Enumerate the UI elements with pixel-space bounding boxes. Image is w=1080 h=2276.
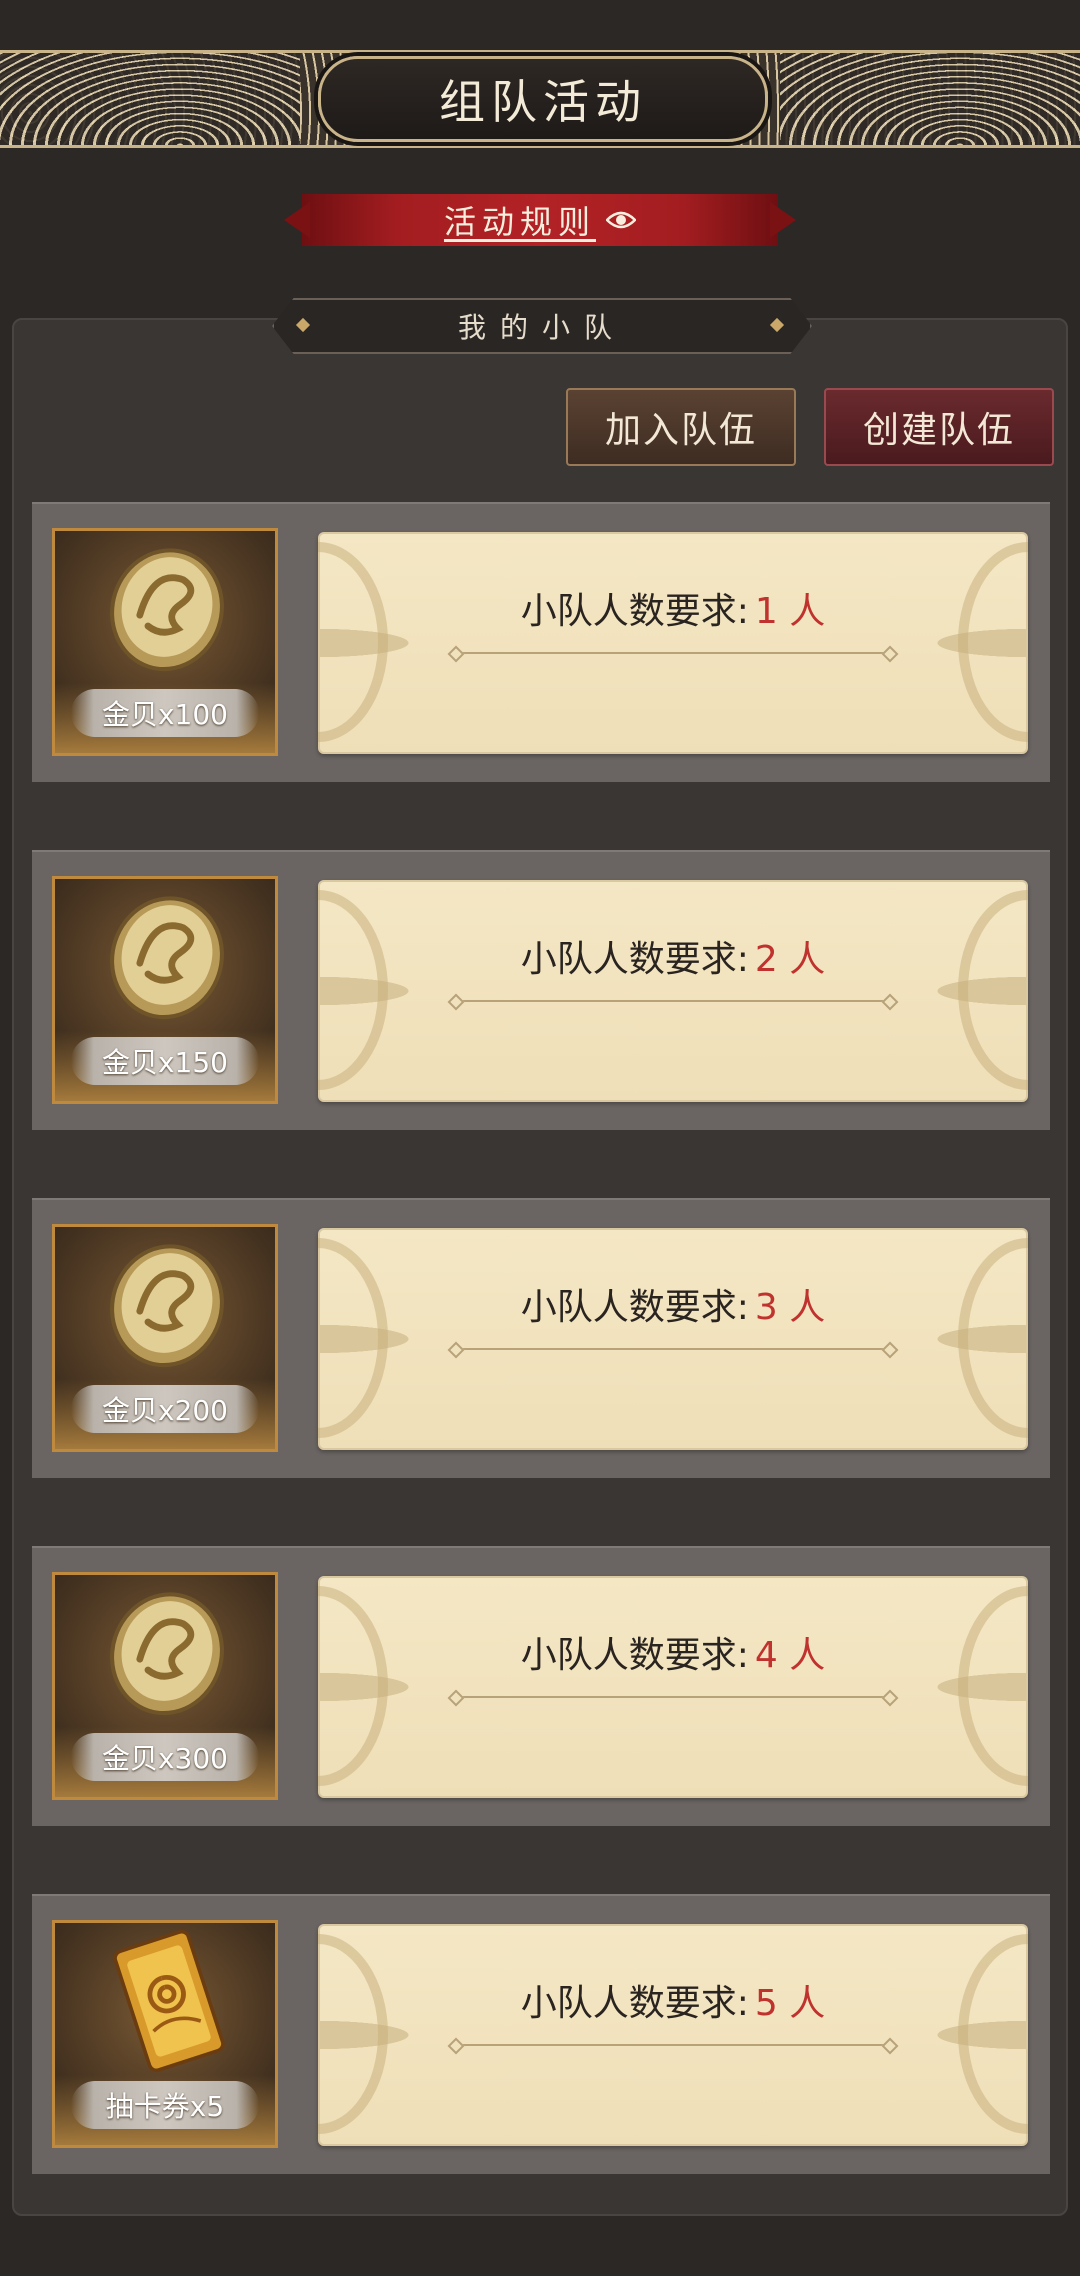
join-team-button[interactable]: 加入队伍 xyxy=(566,388,796,466)
reward-row: 抽卡券x5 小队人数要求: 5 人 xyxy=(32,1894,1050,2174)
reward-row: 金贝x300 小队人数要求: 4 人 xyxy=(32,1546,1050,1826)
dragon-emblem-left xyxy=(318,542,388,742)
requirement-label: 小队人数要求: xyxy=(520,1287,749,1328)
dragon-emblem-left xyxy=(318,1586,388,1786)
dragon-emblem-right xyxy=(958,890,1028,1090)
dragon-emblem-left xyxy=(318,1934,388,2134)
gacha-ticket-icon xyxy=(113,1929,225,2073)
reward-item-box[interactable]: 金贝x100 xyxy=(52,528,278,756)
requirement-count: 5 人 xyxy=(754,1983,826,2024)
requirement-scroll: 小队人数要求: 3 人 xyxy=(318,1228,1028,1450)
requirement-label: 小队人数要求: xyxy=(520,1635,749,1676)
dragon-emblem-right xyxy=(958,1586,1028,1786)
activity-rules-link[interactable]: 活动规则 xyxy=(302,194,778,246)
requirement-label: 小队人数要求: xyxy=(520,591,749,632)
reward-row: 金贝x200 小队人数要求: 3 人 xyxy=(32,1198,1050,1478)
divider xyxy=(458,1000,888,1002)
requirement-label: 小队人数要求: xyxy=(520,939,749,980)
requirement-count: 2 人 xyxy=(754,939,826,980)
divider xyxy=(458,1348,888,1350)
gold-coin-icon xyxy=(110,548,224,672)
reward-item-label: 金贝x200 xyxy=(71,1385,259,1433)
reward-item-label: 抽卡券x5 xyxy=(71,2081,259,2129)
reward-item-label: 金贝x300 xyxy=(71,1733,259,1781)
requirement-scroll: 小队人数要求: 4 人 xyxy=(318,1576,1028,1798)
reward-item-box[interactable]: 金贝x300 xyxy=(52,1572,278,1800)
requirement-scroll: 小队人数要求: 5 人 xyxy=(318,1924,1028,2146)
requirement-text: 小队人数要求: 1 人 xyxy=(318,582,1028,634)
reward-row: 金贝x100 小队人数要求: 1 人 xyxy=(32,502,1050,782)
reward-item-box[interactable]: 金贝x150 xyxy=(52,876,278,1104)
requirement-text: 小队人数要求: 4 人 xyxy=(318,1626,1028,1678)
requirement-count: 4 人 xyxy=(754,1635,826,1676)
dragon-emblem-left xyxy=(318,890,388,1090)
gold-coin-icon xyxy=(110,896,224,1020)
reward-item-box[interactable]: 抽卡券x5 xyxy=(52,1920,278,2148)
dragon-emblem-right xyxy=(958,542,1028,742)
requirement-text: 小队人数要求: 5 人 xyxy=(318,1974,1028,2026)
dragon-emblem-right xyxy=(958,1238,1028,1438)
reward-row: 金贝x150 小队人数要求: 2 人 xyxy=(32,850,1050,1130)
requirement-scroll: 小队人数要求: 2 人 xyxy=(318,880,1028,1102)
divider xyxy=(458,2044,888,2046)
my-team-tab: 我的小队 xyxy=(272,298,812,354)
reward-item-box[interactable]: 金贝x200 xyxy=(52,1224,278,1452)
requirement-count: 3 人 xyxy=(754,1287,826,1328)
create-team-button[interactable]: 创建队伍 xyxy=(824,388,1054,466)
dragon-emblem-left xyxy=(318,1238,388,1438)
requirement-scroll: 小队人数要求: 1 人 xyxy=(318,532,1028,754)
requirement-text: 小队人数要求: 2 人 xyxy=(318,930,1028,982)
reward-item-label: 金贝x100 xyxy=(71,689,259,737)
gold-coin-icon xyxy=(110,1592,224,1716)
eye-icon xyxy=(606,210,636,230)
page-title: 组队活动 xyxy=(318,56,768,142)
requirement-label: 小队人数要求: xyxy=(520,1983,749,2024)
divider xyxy=(458,1696,888,1698)
gold-coin-icon xyxy=(110,1244,224,1368)
dragon-emblem-right xyxy=(958,1934,1028,2134)
requirement-count: 1 人 xyxy=(754,591,826,632)
activity-rules-label: 活动规则 xyxy=(443,203,596,241)
divider xyxy=(458,652,888,654)
reward-item-label: 金贝x150 xyxy=(71,1037,259,1085)
requirement-text: 小队人数要求: 3 人 xyxy=(318,1278,1028,1330)
